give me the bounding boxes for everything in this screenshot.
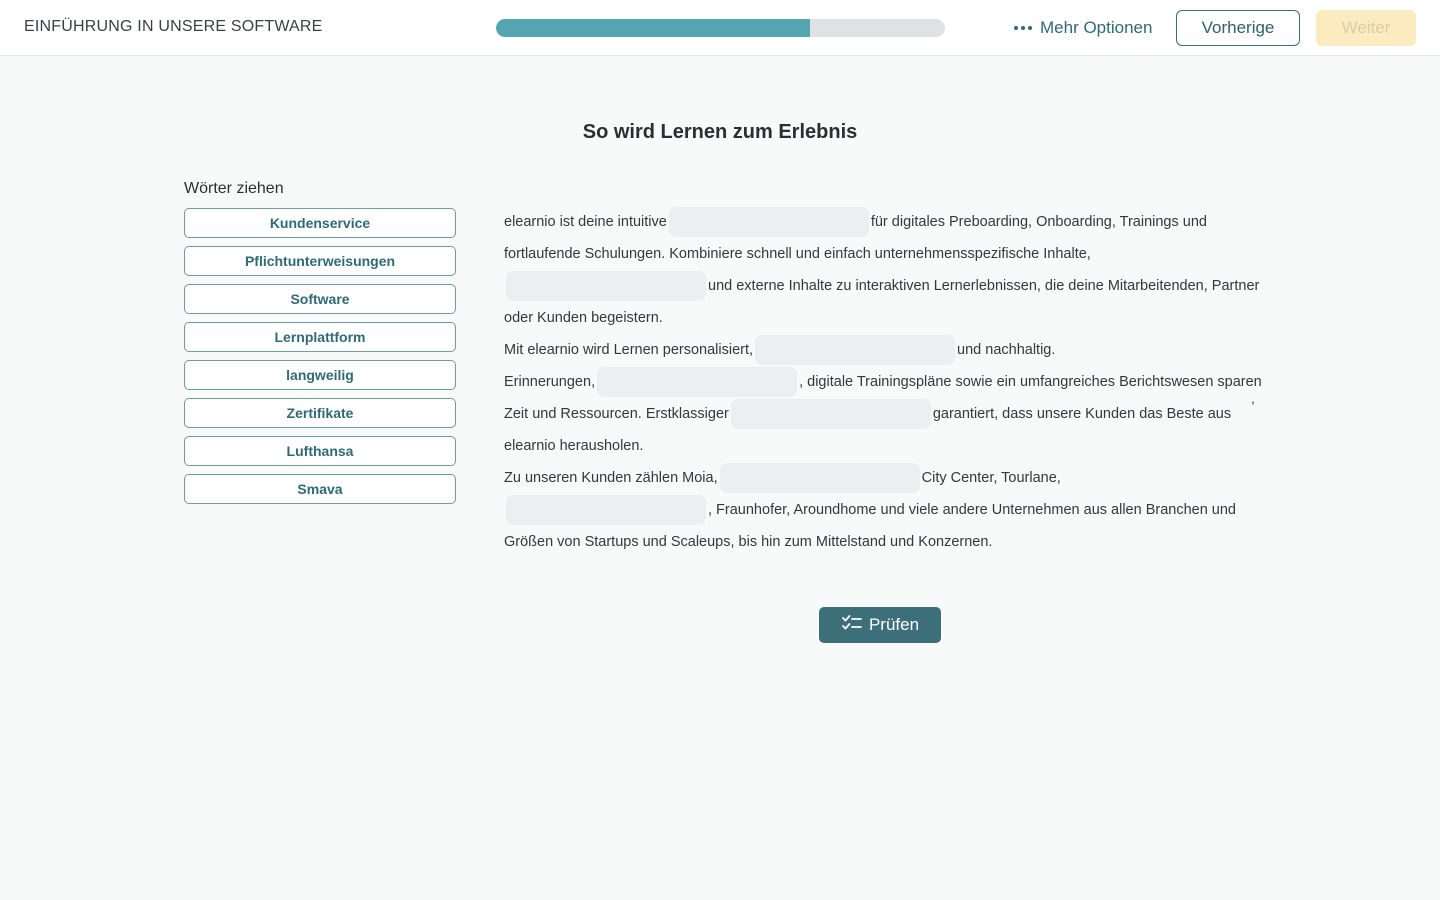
word-chip-software[interactable]: Software xyxy=(184,284,456,314)
course-title: EINFÜHRUNG IN UNSERE SOFTWARE xyxy=(24,18,323,35)
text-segment: Mit elearnio wird Lernen personalisiert, xyxy=(504,342,754,358)
word-chip-lufthansa[interactable]: Lufthansa xyxy=(184,436,456,466)
word-chip-langweilig[interactable]: langweilig xyxy=(184,360,456,390)
drop-gap-7[interactable] xyxy=(506,495,706,526)
drop-gap-4[interactable] xyxy=(597,367,798,398)
page-title: So wird Lernen zum Erlebnis xyxy=(582,121,858,143)
cloze-text: elearnio ist deine intuitive für digitale… xyxy=(504,206,1264,558)
drop-gap-5[interactable] xyxy=(730,399,931,430)
progress-bar-fill xyxy=(496,19,811,37)
word-chip-pflichtunterweisungen[interactable]: Pflichtunterweisungen xyxy=(184,246,456,276)
word-bank: Kundenservice Pflichtunterweisungen Soft… xyxy=(184,208,456,512)
word-chip-kundenservice[interactable]: Kundenservice xyxy=(184,208,456,238)
check-button-label: Prüfen xyxy=(868,615,920,634)
drop-gap-3[interactable] xyxy=(755,335,956,366)
next-button[interactable]: Weiter xyxy=(1316,10,1416,46)
text-segment: Zu unseren Kunden zählen Moia, xyxy=(504,470,718,486)
drop-gap-6[interactable] xyxy=(719,463,920,494)
stray-comma: , xyxy=(1251,390,1255,406)
more-dots-icon xyxy=(1014,26,1032,30)
checklist-icon xyxy=(841,614,863,637)
top-bar: EINFÜHRUNG IN UNSERE SOFTWARE Mehr Optio… xyxy=(0,0,1440,56)
text-segment: Erinnerungen, xyxy=(504,374,596,390)
more-options-button[interactable]: Mehr Optionen xyxy=(1014,16,1152,40)
word-chip-smava[interactable]: Smava xyxy=(184,474,456,504)
text-segment: elearnio ist deine intuitive xyxy=(504,214,667,230)
text-segment: City Center, Tourlane, xyxy=(921,470,1061,486)
words-heading: Wörter ziehen xyxy=(184,180,284,197)
text-segment: und nachhaltig. xyxy=(957,342,1056,358)
progress-bar xyxy=(496,19,945,37)
word-chip-zertifikate[interactable]: Zertifikate xyxy=(184,398,456,428)
more-options-label: Mehr Optionen xyxy=(1040,18,1153,37)
drop-gap-2[interactable] xyxy=(506,271,706,302)
word-chip-lernplattform[interactable]: Lernplattform xyxy=(184,322,456,352)
previous-button[interactable]: Vorherige xyxy=(1176,10,1300,46)
check-button[interactable]: Prüfen xyxy=(819,607,941,643)
drop-gap-1[interactable] xyxy=(668,207,869,238)
